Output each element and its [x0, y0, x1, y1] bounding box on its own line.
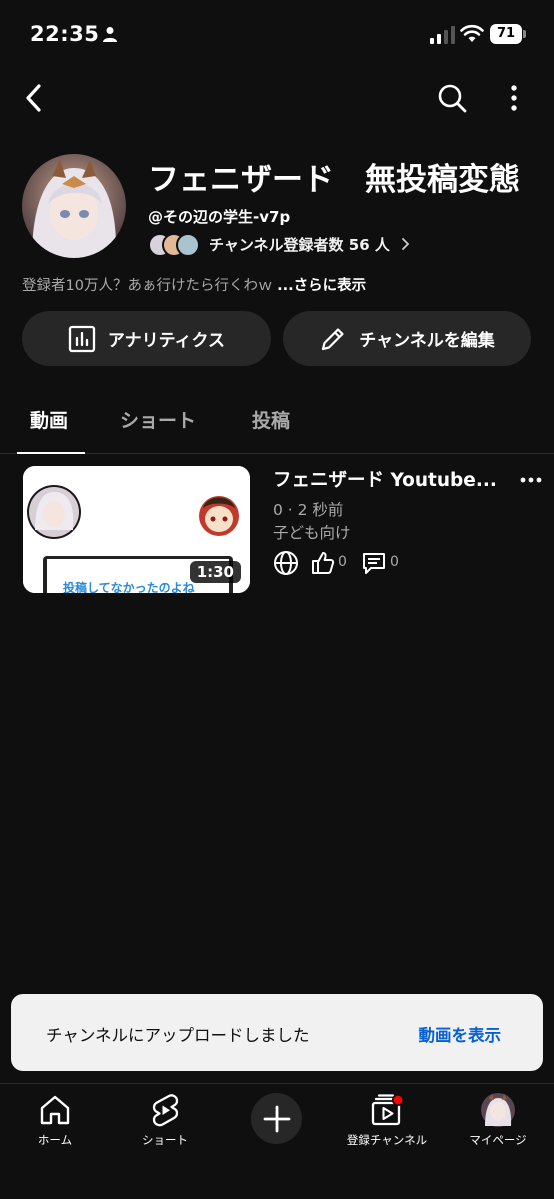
nav-home[interactable]: ホーム [5, 1092, 105, 1148]
nav-subscriptions[interactable]: 登録チャンネル [337, 1092, 437, 1148]
status-time: 22:35 [30, 22, 100, 46]
more-vertical-icon [511, 85, 517, 111]
edit-channel-label: チャンネルを編集 [359, 331, 495, 351]
channel-avatar[interactable] [22, 154, 126, 258]
tab-posts[interactable]: 投稿 [252, 406, 290, 433]
upload-snackbar: チャンネルにアップロードしました 動画を表示 [11, 994, 543, 1071]
analytics-label: アナリティクス [107, 331, 226, 351]
channel-handle: @その辺の学生-v7p [148, 208, 291, 226]
like-icon[interactable] [310, 550, 336, 576]
video-title[interactable]: フェニザード Youtube... [273, 466, 519, 492]
channel-name: フェニザード 無投稿変態 [148, 162, 520, 198]
comment-count: 0 [390, 554, 399, 570]
chevron-right-icon [402, 238, 410, 250]
channel-description[interactable]: 登録者10万人？あぁ行けたら行くわｗ ...さらに表示 [22, 274, 366, 295]
nav-subscriptions-label: 登録チャンネル [346, 1133, 428, 1147]
create-button[interactable] [251, 1093, 302, 1144]
shorts-icon [152, 1094, 179, 1127]
plus-icon [263, 1105, 290, 1132]
back-arrow-icon [26, 84, 41, 112]
analytics-icon [68, 325, 96, 352]
battery-level: 71 [490, 24, 522, 44]
nav-my-page[interactable]: マイページ [448, 1092, 548, 1148]
video-meta: 0 · 2 秒前 [273, 501, 344, 519]
status-bar: 22:35 71 [0, 0, 554, 70]
back-button[interactable] [16, 78, 52, 118]
globe-icon [274, 551, 298, 575]
subscriptions-icon [371, 1094, 404, 1126]
wifi-icon [460, 24, 484, 42]
tab-videos[interactable]: 動画 [30, 406, 68, 433]
like-count: 0 [338, 554, 347, 570]
subscriber-avatars[interactable] [148, 233, 204, 257]
channel-tabs: 動画 ショート 投稿 [0, 396, 554, 454]
video-audience: 子ども向け [273, 524, 351, 542]
nav-home-label: ホーム [37, 1133, 73, 1147]
show-more-link[interactable]: ...さらに表示 [277, 278, 366, 294]
signal-icon [430, 26, 455, 44]
battery-icon: 71 [490, 24, 526, 44]
more-options-button[interactable] [498, 78, 530, 118]
thumbnail-caption: 投稿してなかったのよね [63, 581, 195, 593]
nav-my-page-label: マイページ [469, 1133, 527, 1147]
view-video-button[interactable]: 動画を表示 [419, 1022, 502, 1046]
nav-shorts[interactable]: ショート [115, 1092, 215, 1148]
more-horizontal-icon[interactable] [520, 470, 542, 490]
description-text: 登録者10万人？あぁ行けたら行くわｗ [22, 278, 278, 294]
analytics-button[interactable]: アナリティクス [22, 311, 271, 366]
pencil-icon [322, 327, 344, 350]
video-stats: 0 0 [273, 550, 423, 576]
search-icon [438, 84, 467, 113]
snackbar-message: チャンネルにアップロードしました [46, 1026, 310, 1045]
nav-shorts-label: ショート [142, 1133, 188, 1147]
subscriber-count[interactable]: チャンネル登録者数 56 人 [209, 234, 390, 255]
edit-channel-button[interactable]: チャンネルを編集 [283, 311, 531, 366]
tab-shorts[interactable]: ショート [120, 406, 196, 433]
video-duration: 1:30 [189, 561, 241, 583]
home-icon [40, 1095, 70, 1125]
person-icon [103, 27, 117, 42]
comment-icon[interactable] [361, 550, 387, 576]
search-button[interactable] [432, 78, 472, 118]
avatar [481, 1093, 515, 1127]
video-thumbnail[interactable]: 投稿してなかったのよね 1:30 [23, 466, 250, 593]
active-tab-indicator [17, 452, 85, 454]
